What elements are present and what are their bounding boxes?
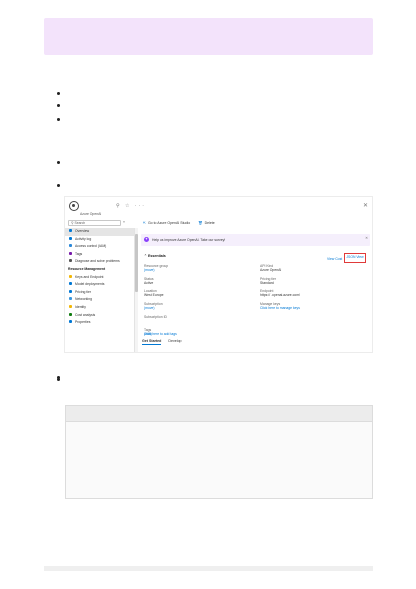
tab-get-started[interactable]: Get Started <box>142 339 162 345</box>
sidebar-item-label: Properties <box>75 320 91 325</box>
sidebar-item[interactable]: Overview <box>65 228 134 236</box>
field-value: Active <box>144 281 154 286</box>
code-block-header <box>66 406 372 422</box>
sidebar-item-label: Keys and Endpoint <box>75 274 104 279</box>
sidebar-item[interactable]: Pricing tier <box>65 289 134 297</box>
list-bullet <box>57 161 60 164</box>
dismiss-banner-icon[interactable]: ✕ <box>365 236 368 240</box>
menu-scrollbar[interactable] <box>135 228 138 352</box>
essentials-field: API Kind Azure OpenAI <box>260 264 281 272</box>
field-link[interactable]: (move) <box>144 306 155 310</box>
essentials-field: Status Active <box>144 277 154 285</box>
sidebar-item[interactable]: Tags <box>65 251 134 259</box>
nav-item-icon <box>69 312 72 316</box>
sidebar-item-label: Overview <box>75 229 90 233</box>
field-link[interactable]: Click here to add tags <box>144 332 177 336</box>
essentials-field: Subscription ID <box>144 315 167 319</box>
field-label: Subscription ID <box>144 315 167 319</box>
sidebar-item-label: Resource Management <box>68 266 106 271</box>
collapse-nav-icon[interactable]: « <box>123 220 125 224</box>
sidebar-item[interactable]: Activity log <box>65 236 134 244</box>
sidebar-item[interactable]: Keys and Endpoint <box>65 274 134 282</box>
field-value: West Europe <box>144 293 164 298</box>
nav-item-icon <box>69 289 72 293</box>
note-callout <box>44 18 373 55</box>
nav-item-icon <box>69 304 72 308</box>
search-input-value: Search <box>74 221 86 225</box>
sidebar-item[interactable]: Model deployments <box>65 281 134 289</box>
survey-banner-text[interactable]: Help us improve Azure OpenAI. Take our s… <box>152 238 225 242</box>
azure-portal-screenshot: Azure OpenAI ⚲ ☆ ··· ✕ ⚲ Search « Overvi… <box>64 196 373 353</box>
nav-item-icon <box>69 236 72 240</box>
field-value: Standard <box>260 281 274 286</box>
essentials-field: Location West Europe <box>144 289 164 297</box>
list-bullet <box>57 378 60 381</box>
close-icon[interactable]: ✕ <box>363 202 368 209</box>
list-bullet <box>57 104 60 107</box>
nav-item-icon <box>69 229 72 232</box>
list-bullet <box>57 92 60 95</box>
field-link[interactable]: (move) <box>144 268 155 272</box>
essentials-field: Manage keys Click here to manage keys <box>260 302 300 310</box>
essentials-toggle[interactable]: ⌃ Essentials <box>144 254 166 258</box>
essentials-field: Resource group (move) <box>144 264 168 272</box>
nav-item-icon <box>69 320 72 324</box>
survey-banner: ✦ Help us improve Azure OpenAI. Take our… <box>141 234 370 246</box>
delete-label: Delete <box>204 221 215 225</box>
nav-item-icon <box>69 297 72 301</box>
sparkle-icon: ✦ <box>144 237 149 242</box>
field-value: Azure OpenAI <box>260 268 282 273</box>
nav-item-icon <box>69 251 72 255</box>
resource-menu: Overview Activity log Access control (IAM)… <box>65 228 135 352</box>
openai-logo-icon <box>69 201 79 211</box>
nav-item-icon <box>69 259 72 263</box>
sidebar-item[interactable]: Identity <box>65 304 134 312</box>
field-link[interactable]: Click here to manage keys <box>260 306 300 310</box>
view-cost-link[interactable]: View Cost <box>327 257 342 261</box>
json-view-link[interactable]: JSON View <box>344 253 366 263</box>
sidebar-item[interactable]: Diagnose and solve problems <box>65 258 134 266</box>
sidebar-item-label: Diagnose and solve problems <box>75 259 120 264</box>
resource-name: Azure OpenAI <box>80 212 102 216</box>
tab-develop[interactable]: Develop <box>168 339 181 343</box>
delete-button[interactable]: 🗑 Delete <box>198 219 215 227</box>
sidebar-item[interactable]: Properties <box>65 319 134 327</box>
essentials-field: Click here to add tags <box>144 332 177 336</box>
nav-item-icon <box>69 282 72 286</box>
sidebar-item[interactable]: Cost analysis <box>65 312 134 320</box>
code-block <box>65 405 373 499</box>
sidebar-item-label: Access control (IAM) <box>75 244 107 249</box>
overview-tabs: Get Started Develop <box>142 339 189 345</box>
open-studio-label: Go to Azure OpenAI Studio <box>147 221 191 225</box>
sidebar-item-label: Cost analysis <box>75 312 96 317</box>
sidebar-item-label: Identity <box>75 304 86 309</box>
field-value: https:// .openai.azure.com/ <box>260 293 300 298</box>
nav-item-icon <box>69 244 72 248</box>
essentials-field: Endpoint https:// .openai.azure.com/ <box>260 289 300 297</box>
sidebar-item-label: Pricing tier <box>75 289 92 294</box>
search-input[interactable]: ⚲ Search <box>68 220 121 226</box>
external-link-icon: ⇱ <box>143 221 146 225</box>
pin-star-more-icons[interactable]: ⚲ ☆ ··· <box>116 203 146 209</box>
list-bullet <box>57 118 60 121</box>
scrollbar-thumb[interactable] <box>135 234 138 292</box>
sidebar-item[interactable]: Access control (IAM) <box>65 243 134 251</box>
essentials-field: Subscription (move) <box>144 302 163 310</box>
sidebar-item-label: Networking <box>75 297 92 302</box>
nav-section-heading: Resource Management <box>65 266 134 274</box>
sidebar-item-label: Activity log <box>75 236 92 241</box>
essentials-field: Pricing tier Standard <box>260 277 276 285</box>
sidebar-item[interactable]: Networking <box>65 296 134 304</box>
sidebar-item-label: Model deployments <box>75 282 105 287</box>
sidebar-item-label: Tags <box>75 251 83 256</box>
command-bar: ⇱ Go to Azure OpenAI Studio 🗑 Delete <box>143 219 215 227</box>
trash-icon: 🗑 <box>198 221 203 225</box>
list-bullet <box>57 184 60 187</box>
footer-divider <box>44 566 373 571</box>
nav-item-icon <box>69 274 72 278</box>
resource-header: Azure OpenAI ⚲ ☆ ··· ✕ <box>65 197 372 219</box>
open-studio-button[interactable]: ⇱ Go to Azure OpenAI Studio <box>143 219 190 227</box>
